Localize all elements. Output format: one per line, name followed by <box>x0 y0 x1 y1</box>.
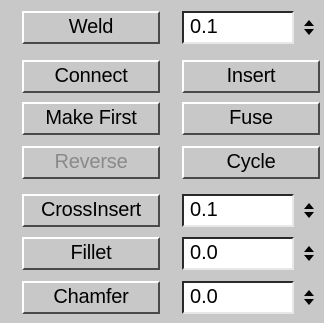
fuse-button[interactable]: Fuse <box>182 102 320 135</box>
spinner-up-arrow-icon[interactable] <box>304 246 314 252</box>
fillet-amount-input[interactable]: 0.0 <box>182 237 294 270</box>
weld-threshold-input[interactable]: 0.1 <box>182 11 294 44</box>
spinner-down-arrow-icon[interactable] <box>304 255 314 261</box>
chamfer-row: Chamfer 0.0 <box>0 281 324 316</box>
spinner-down-arrow-icon[interactable] <box>304 29 314 35</box>
spinner-up-arrow-icon[interactable] <box>304 203 314 209</box>
crossinsert-button[interactable]: CrossInsert <box>22 194 160 227</box>
make-first-button[interactable]: Make First <box>22 102 160 135</box>
insert-button[interactable]: Insert <box>182 60 320 93</box>
reverse-button: Reverse <box>22 146 160 179</box>
chamfer-amount-spinner[interactable] <box>302 281 316 314</box>
connect-insert-row: Connect Insert <box>0 60 324 95</box>
crossinsert-row: CrossInsert 0.1 <box>0 194 324 229</box>
weld-button[interactable]: Weld <box>22 11 160 44</box>
weld-threshold-spinner[interactable] <box>302 11 316 44</box>
chamfer-button[interactable]: Chamfer <box>22 281 160 314</box>
fillet-amount-spinner[interactable] <box>302 237 316 270</box>
make-first-fuse-row: Make First Fuse <box>0 102 324 137</box>
spinner-down-arrow-icon[interactable] <box>304 212 314 218</box>
fillet-button[interactable]: Fillet <box>22 237 160 270</box>
reverse-cycle-row: Reverse Cycle <box>0 146 324 181</box>
fillet-row: Fillet 0.0 <box>0 237 324 272</box>
spinner-up-arrow-icon[interactable] <box>304 290 314 296</box>
vertex-operations-panel: Weld 0.1 Connect Insert Make First Fuse … <box>0 0 324 323</box>
spinner-down-arrow-icon[interactable] <box>304 299 314 305</box>
spinner-up-arrow-icon[interactable] <box>304 20 314 26</box>
cycle-button[interactable]: Cycle <box>182 146 320 179</box>
weld-row: Weld 0.1 <box>0 11 324 46</box>
crossinsert-threshold-input[interactable]: 0.1 <box>182 194 294 227</box>
connect-button[interactable]: Connect <box>22 60 160 93</box>
chamfer-amount-input[interactable]: 0.0 <box>182 281 294 314</box>
crossinsert-threshold-spinner[interactable] <box>302 194 316 227</box>
